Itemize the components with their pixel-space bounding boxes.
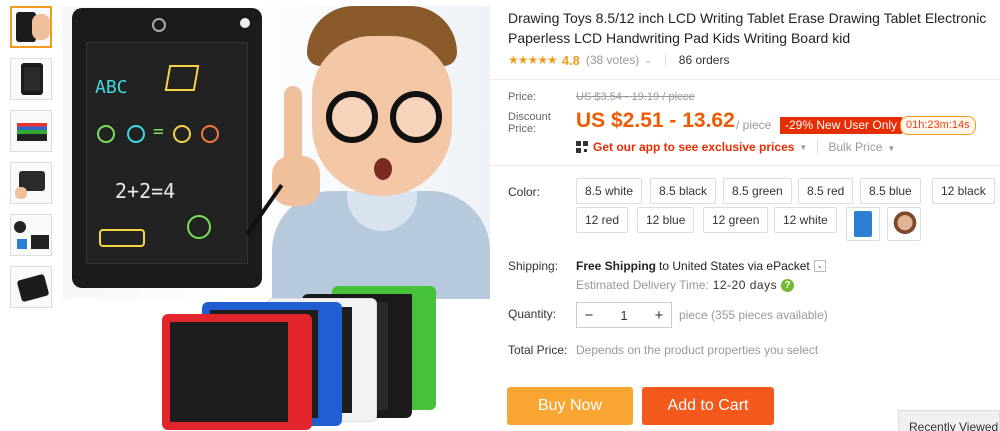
thumbnail-5[interactable] bbox=[10, 214, 52, 256]
bulk-price-dropdown[interactable]: Bulk Price ▼ bbox=[817, 140, 895, 154]
doodle-apple-icon bbox=[201, 125, 219, 143]
sku-section: Color: 8.5 white 8.5 black 8.5 green 8.5… bbox=[490, 166, 1000, 431]
color-option[interactable]: 8.5 white bbox=[576, 178, 643, 204]
app-prices-link[interactable]: Get our app to see exclusive prices bbox=[593, 140, 794, 154]
thumbnail-6[interactable] bbox=[10, 266, 52, 308]
price-label: Price: bbox=[508, 91, 537, 103]
per-piece-unit: / piece bbox=[736, 118, 772, 132]
color-option[interactable]: 12 blue bbox=[637, 207, 695, 233]
original-price: US $3.54 - 19.19 / piece bbox=[576, 91, 695, 103]
color-swatch-blue-tablet[interactable] bbox=[846, 207, 880, 241]
doodle-math: 2+2=4 bbox=[115, 179, 176, 203]
quantity-input[interactable]: 1 bbox=[601, 308, 647, 323]
bulk-price-label: Bulk Price bbox=[828, 140, 883, 154]
child-photo bbox=[245, 6, 490, 299]
votes-count-link[interactable]: (38 votes) bbox=[586, 53, 639, 67]
color-option[interactable]: 8.5 red bbox=[798, 178, 854, 204]
countdown-timer: 01h:23m:14s bbox=[900, 116, 976, 135]
shipping-destination: to United States via ePacket bbox=[659, 259, 810, 273]
total-price-label: Total Price: bbox=[508, 343, 568, 357]
color-swatch-photo[interactable] bbox=[887, 207, 921, 241]
thumbnail-1[interactable] bbox=[10, 6, 52, 48]
doodle-abc: ABC bbox=[95, 77, 128, 98]
discount-label-line2: Price: bbox=[508, 123, 537, 135]
star-rating-icon: ★★★★★ bbox=[508, 53, 558, 67]
color-option[interactable]: 12 green bbox=[703, 207, 769, 233]
chevron-down-icon[interactable]: ⌄ bbox=[813, 260, 826, 272]
help-icon[interactable]: ? bbox=[781, 278, 795, 292]
color-option[interactable]: 12 white bbox=[774, 207, 837, 233]
price-section: Price: US $3.54 - 19.19 / piece Discount… bbox=[490, 79, 1000, 166]
rating-row: ★★★★★ 4.8 (38 votes) ⌄ 86 orders bbox=[508, 52, 729, 68]
color-label: Color: bbox=[508, 185, 541, 199]
doodle-equals: = bbox=[153, 121, 164, 142]
caret-down-icon[interactable]: ▼ bbox=[799, 143, 807, 152]
photo-swatch-icon bbox=[893, 211, 917, 237]
doodle-apple-icon bbox=[97, 125, 115, 143]
qr-code-icon bbox=[576, 141, 588, 153]
doodle-bus-icon bbox=[99, 229, 145, 247]
lcd-tablet-image: ABC = 2+2=4 bbox=[72, 8, 262, 288]
thumbnail-2[interactable] bbox=[10, 58, 52, 100]
color-option[interactable]: 8.5 green bbox=[723, 178, 792, 204]
color-option[interactable]: 8.5 blue bbox=[860, 178, 921, 204]
tablet-logo-icon bbox=[152, 18, 166, 32]
color-option[interactable]: 8.5 black bbox=[650, 178, 717, 204]
buy-now-button[interactable]: Buy Now bbox=[507, 387, 633, 425]
orders-count: 86 orders bbox=[678, 53, 730, 67]
discount-label-line1: Discount bbox=[508, 111, 551, 123]
add-to-cart-button[interactable]: Add to Cart bbox=[642, 387, 774, 425]
color-option[interactable]: 12 red bbox=[576, 207, 629, 233]
quantity-label: Quantity: bbox=[508, 307, 557, 321]
caret-down-icon: ▼ bbox=[887, 144, 896, 153]
eta-label: Estimated Delivery Time: bbox=[576, 278, 709, 292]
product-title: Drawing Toys 8.5/12 inch LCD Writing Tab… bbox=[508, 10, 987, 46]
delivery-estimate: Estimated Delivery Time: 12-20 days ? bbox=[576, 278, 795, 292]
rating-value: 4.8 bbox=[561, 52, 580, 68]
color-option[interactable]: 12 black bbox=[932, 178, 995, 204]
stock-available: piece (355 pieces available) bbox=[679, 308, 828, 322]
thumbnail-gallery bbox=[10, 6, 54, 318]
shipping-free: Free Shipping bbox=[576, 259, 657, 273]
quantity-stepper: − 1 + bbox=[576, 302, 672, 328]
discount-price: US $2.51 - 13.62 bbox=[576, 109, 735, 132]
doodle-apple-icon bbox=[127, 125, 145, 143]
increment-button[interactable]: + bbox=[647, 307, 671, 324]
shipping-label: Shipping: bbox=[508, 259, 559, 273]
main-product-image[interactable]: ABC = 2+2=4 bbox=[62, 6, 490, 431]
tablet-erase-button-icon bbox=[240, 18, 250, 28]
doodle-tree-icon bbox=[187, 215, 211, 239]
doodle-apple-icon bbox=[173, 125, 191, 143]
divider bbox=[664, 54, 666, 66]
thumbnail-4[interactable] bbox=[10, 162, 52, 204]
shipping-method[interactable]: Free Shipping to United States via ePack… bbox=[576, 259, 826, 273]
total-price-note: Depends on the product properties you se… bbox=[576, 343, 819, 357]
tablet-screen: ABC = 2+2=4 bbox=[86, 42, 248, 264]
app-promo-row: Get our app to see exclusive prices ▼ Bu… bbox=[576, 140, 895, 154]
product-info-panel: Drawing Toys 8.5/12 inch LCD Writing Tab… bbox=[490, 0, 1000, 431]
tablet-swatch-icon bbox=[854, 211, 872, 237]
tablet-colors-image bbox=[162, 284, 462, 431]
doodle-cube-icon bbox=[164, 65, 200, 91]
decrement-button[interactable]: − bbox=[577, 307, 601, 324]
discount-badge: -29% New User Only bbox=[780, 117, 903, 134]
eta-value: 12-20 days bbox=[712, 278, 778, 292]
recently-viewed-tab[interactable]: Recently Viewed bbox=[898, 410, 1000, 431]
thumbnail-3[interactable] bbox=[10, 110, 52, 152]
chevron-down-icon[interactable]: ⌄ bbox=[644, 55, 652, 66]
